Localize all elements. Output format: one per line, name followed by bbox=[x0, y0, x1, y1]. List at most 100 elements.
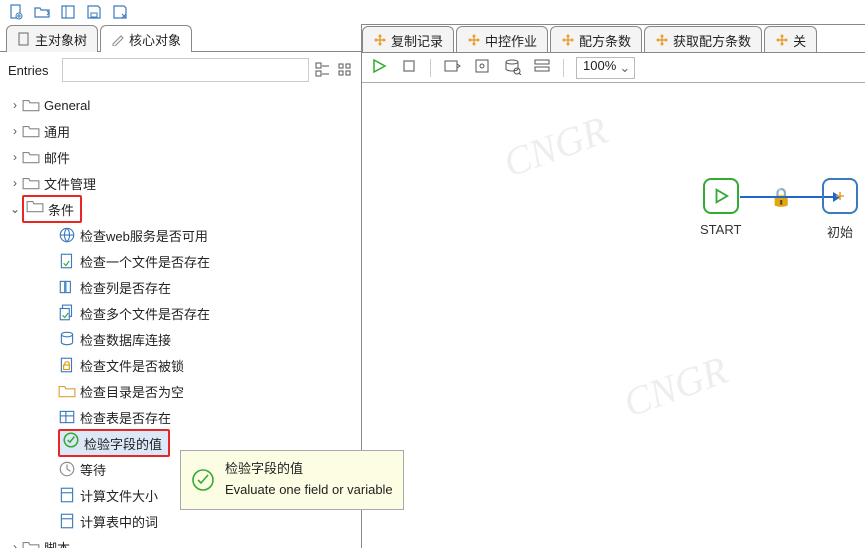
tab-main-tree[interactable]: 主对象树 bbox=[6, 25, 98, 52]
pencil-icon bbox=[111, 32, 125, 46]
tree-item[interactable]: 检查列是否存在 bbox=[0, 274, 361, 300]
watermark: CNGR bbox=[497, 106, 613, 187]
search-input[interactable] bbox=[62, 58, 309, 82]
preview-icon[interactable] bbox=[443, 57, 461, 78]
tree-folder-common[interactable]: › 通用 bbox=[0, 118, 361, 144]
tab-core-objects[interactable]: 核心对象 bbox=[100, 25, 192, 52]
tree-folder-filemgmt[interactable]: ›文件管理 bbox=[0, 170, 361, 196]
calc-icon bbox=[58, 486, 76, 504]
separator bbox=[563, 59, 564, 77]
tooltip-desc: Evaluate one field or variable bbox=[225, 480, 393, 501]
tree-label: 检查一个文件是否存在 bbox=[80, 252, 210, 271]
rtab-get-recipe-count[interactable]: 获取配方条数 bbox=[644, 26, 762, 53]
folder-icon bbox=[26, 197, 44, 215]
tab-label: 配方条数 bbox=[579, 31, 631, 50]
tree-item[interactable]: 检查表是否存在 bbox=[0, 404, 361, 430]
tab-label: 复制记录 bbox=[391, 31, 443, 50]
tab-label: 获取配方条数 bbox=[673, 31, 751, 50]
rtab-copy-record[interactable]: 复制记录 bbox=[362, 26, 454, 53]
table-icon bbox=[58, 408, 76, 426]
columns-icon bbox=[58, 278, 76, 296]
open-folder-icon[interactable] bbox=[34, 4, 50, 20]
tree-label: 检查数据库连接 bbox=[80, 330, 171, 349]
rtab-central-job[interactable]: 中控作业 bbox=[456, 26, 548, 53]
debug-icon[interactable] bbox=[473, 57, 491, 78]
flow-icon bbox=[467, 33, 481, 47]
flow-icon bbox=[775, 33, 789, 47]
node-label: START bbox=[700, 222, 741, 237]
globe-icon bbox=[58, 226, 76, 244]
right-panel: 复制记录 中控作业 配方条数 获取配方条数 关 100% CNGR CNGR S… bbox=[362, 24, 865, 548]
database-icon bbox=[58, 330, 76, 348]
stop-icon[interactable] bbox=[400, 57, 418, 78]
play-icon[interactable] bbox=[370, 57, 388, 78]
tree-item[interactable]: 检查多个文件是否存在 bbox=[0, 300, 361, 326]
caret-icon: › bbox=[8, 540, 22, 548]
tree-label: 脚本 bbox=[44, 538, 70, 548]
tree-item[interactable]: 检查一个文件是否存在 bbox=[0, 248, 361, 274]
tree-item[interactable]: 检查文件是否被锁 bbox=[0, 352, 361, 378]
clock-icon bbox=[58, 460, 76, 478]
zoom-value: 100% bbox=[583, 58, 616, 73]
rtab-recipe-count[interactable]: 配方条数 bbox=[550, 26, 642, 53]
tab-label: 核心对象 bbox=[129, 30, 181, 49]
caret-icon: › bbox=[8, 124, 22, 138]
tree-label: 检查web服务是否可用 bbox=[80, 226, 208, 245]
left-tabs: 主对象树 核心对象 bbox=[0, 24, 361, 52]
tree-item[interactable]: 计算表中的词 bbox=[0, 508, 361, 534]
tooltip: 检验字段的值 Evaluate one field or variable bbox=[180, 450, 404, 510]
node-label: 初始 bbox=[822, 222, 858, 241]
watermark: CNGR bbox=[617, 346, 733, 427]
tree-item[interactable]: 检查web服务是否可用 bbox=[0, 222, 361, 248]
tree-item[interactable]: 检查数据库连接 bbox=[0, 326, 361, 352]
tree-label: 检验字段的值 bbox=[84, 437, 162, 452]
flow-icon bbox=[373, 33, 387, 47]
top-toolbar bbox=[0, 0, 865, 24]
zoom-select[interactable]: 100% bbox=[576, 57, 635, 79]
tree-label: 检查多个文件是否存在 bbox=[80, 304, 210, 323]
metrics-icon[interactable] bbox=[533, 57, 551, 78]
flow-icon bbox=[655, 33, 669, 47]
tree-label: 通用 bbox=[44, 122, 70, 141]
tree-label: 检查表是否存在 bbox=[80, 408, 171, 427]
layout-icon[interactable] bbox=[60, 4, 76, 20]
search-row: Entries bbox=[0, 52, 361, 88]
collapse-all-icon[interactable] bbox=[337, 62, 353, 78]
folder-icon bbox=[22, 148, 40, 166]
tree-label: 邮件 bbox=[44, 148, 70, 167]
lock-file-icon bbox=[58, 356, 76, 374]
rtab-close[interactable]: 关 bbox=[764, 26, 817, 53]
folder-icon bbox=[22, 96, 40, 114]
tab-label: 主对象树 bbox=[35, 30, 87, 49]
sql-icon[interactable] bbox=[503, 57, 521, 78]
tree-label: 检查文件是否被锁 bbox=[80, 356, 184, 375]
save-icon[interactable] bbox=[86, 4, 102, 20]
tree-label: 计算表中的词 bbox=[80, 512, 158, 531]
separator bbox=[430, 59, 431, 77]
new-doc-icon[interactable] bbox=[8, 4, 24, 20]
workflow-init-node[interactable]: 初始 bbox=[822, 178, 858, 241]
workflow-start-node[interactable]: START bbox=[700, 178, 741, 237]
calc-icon bbox=[58, 512, 76, 530]
workflow-canvas[interactable]: CNGR CNGR START 🔒 初始 bbox=[362, 83, 865, 548]
folder-icon bbox=[22, 174, 40, 192]
tab-label: 关 bbox=[793, 31, 806, 50]
doc-icon bbox=[17, 32, 31, 46]
search-label: Entries bbox=[8, 63, 56, 78]
tree-item[interactable]: 检查目录是否为空 bbox=[0, 378, 361, 404]
tree-folder-mail[interactable]: ›邮件 bbox=[0, 144, 361, 170]
tree-folder-condition[interactable]: ⌄ 条件 bbox=[0, 196, 361, 222]
caret-down-icon: ⌄ bbox=[8, 202, 22, 216]
tree-folder-script[interactable]: › 脚本 bbox=[0, 534, 361, 548]
flow-icon bbox=[832, 188, 848, 204]
tree-label: 条件 bbox=[48, 203, 74, 218]
check-circle-icon bbox=[62, 431, 80, 449]
tree-label: 等待 bbox=[80, 460, 106, 479]
expand-all-icon[interactable] bbox=[315, 62, 331, 78]
tooltip-title: 检验字段的值 bbox=[225, 459, 393, 480]
files-check-icon bbox=[58, 304, 76, 322]
tree-folder-general[interactable]: ›General bbox=[0, 92, 361, 118]
tab-label: 中控作业 bbox=[485, 31, 537, 50]
tree-label: 计算文件大小 bbox=[80, 486, 158, 505]
save-as-icon[interactable] bbox=[112, 4, 128, 20]
